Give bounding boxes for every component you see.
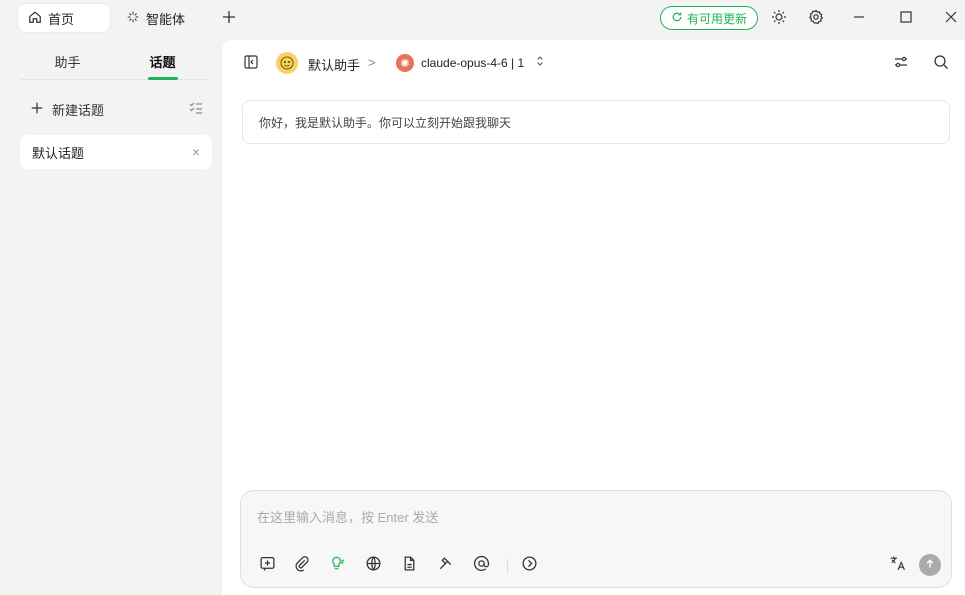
update-label: 有可用更新 bbox=[686, 11, 747, 26]
plus-icon bbox=[30, 101, 44, 118]
mention-icon bbox=[473, 555, 490, 575]
refresh-icon bbox=[671, 11, 683, 26]
knowledge-icon bbox=[401, 555, 418, 575]
tab-topics[interactable]: 话题 bbox=[115, 44, 210, 79]
toggle-sidebar-button[interactable] bbox=[242, 54, 260, 72]
search-button[interactable] bbox=[932, 54, 950, 72]
chat-settings-button[interactable] bbox=[892, 54, 910, 72]
web-search-button[interactable] bbox=[363, 555, 383, 575]
sidebar: 助手 话题 新建话题 默认话题 × bbox=[0, 36, 222, 595]
maximize-icon bbox=[898, 9, 914, 28]
welcome-message: 你好，我是默认助手。你可以立刻开始跟我聊天 bbox=[242, 100, 950, 144]
attachment-icon bbox=[293, 555, 310, 575]
maximize-button[interactable] bbox=[895, 7, 917, 29]
toolbar-divider bbox=[507, 559, 508, 573]
settings-button[interactable] bbox=[805, 7, 827, 29]
tab-assistants[interactable]: 助手 bbox=[20, 44, 115, 79]
new-topic-icon bbox=[259, 555, 276, 575]
web-search-icon bbox=[365, 555, 382, 575]
message-input[interactable] bbox=[257, 507, 917, 527]
expand-tools-button[interactable] bbox=[519, 555, 539, 575]
chat-panel: 默认助手 > ✺ claude-opus-4-6 | 1 你好，我是默认助手。你… bbox=[222, 40, 965, 595]
chevron-updown-icon[interactable] bbox=[536, 55, 544, 70]
new-topic-tool-button[interactable] bbox=[257, 555, 277, 575]
send-icon bbox=[924, 558, 936, 573]
model-logo-icon: ✺ bbox=[396, 54, 414, 72]
mcp-tools-icon bbox=[437, 555, 454, 575]
assistant-name[interactable]: 默认助手 bbox=[308, 55, 360, 74]
avatar[interactable] bbox=[276, 52, 298, 74]
breadcrumb-separator: > bbox=[368, 55, 376, 70]
translate-button[interactable] bbox=[887, 555, 907, 575]
close-window-button[interactable] bbox=[940, 7, 962, 29]
close-icon[interactable]: × bbox=[192, 144, 200, 160]
topic-item[interactable]: 默认话题 × bbox=[20, 135, 212, 169]
list-sort-icon bbox=[188, 102, 204, 119]
minimize-button[interactable] bbox=[848, 7, 870, 29]
tab-home[interactable]: 首页 bbox=[18, 4, 110, 32]
tab-agents[interactable]: 智能体 bbox=[116, 4, 202, 32]
translate-icon bbox=[889, 555, 906, 575]
message-composer bbox=[240, 490, 952, 588]
topic-label: 默认话题 bbox=[32, 145, 85, 161]
sidebar-toggle-icon bbox=[243, 54, 259, 73]
sparkle-icon bbox=[126, 10, 140, 27]
sort-topics-button[interactable] bbox=[188, 100, 204, 116]
mcp-tools-button[interactable] bbox=[435, 555, 455, 575]
gear-icon bbox=[808, 9, 824, 28]
search-icon bbox=[933, 54, 949, 73]
title-bar: 首页 智能体 有可用更新 bbox=[0, 0, 965, 36]
add-tab-button[interactable] bbox=[218, 7, 240, 29]
model-selector[interactable]: claude-opus-4-6 | 1 bbox=[421, 56, 524, 70]
sliders-icon bbox=[893, 54, 909, 73]
knowledge-base-button[interactable] bbox=[399, 555, 419, 575]
chat-header: 默认助手 > ✺ claude-opus-4-6 | 1 bbox=[222, 40, 965, 86]
tab-label: 首页 bbox=[48, 11, 75, 27]
send-button[interactable] bbox=[919, 554, 941, 576]
minimize-icon bbox=[851, 9, 867, 28]
mention-button[interactable] bbox=[471, 555, 491, 575]
thinking-icon bbox=[329, 555, 346, 575]
home-icon bbox=[28, 10, 42, 27]
close-icon bbox=[943, 9, 959, 28]
theme-toggle-button[interactable] bbox=[768, 7, 790, 29]
update-available-button[interactable]: 有可用更新 bbox=[660, 6, 758, 30]
new-topic-button[interactable]: 新建话题 bbox=[30, 100, 104, 119]
attachment-button[interactable] bbox=[291, 555, 311, 575]
thinking-button[interactable] bbox=[327, 555, 347, 575]
new-topic-label: 新建话题 bbox=[52, 103, 105, 118]
expand-icon bbox=[521, 555, 538, 575]
sun-icon bbox=[771, 9, 787, 28]
tab-label: 智能体 bbox=[146, 11, 186, 27]
plus-icon bbox=[221, 9, 237, 28]
sidebar-tabs: 助手 话题 bbox=[20, 44, 210, 80]
